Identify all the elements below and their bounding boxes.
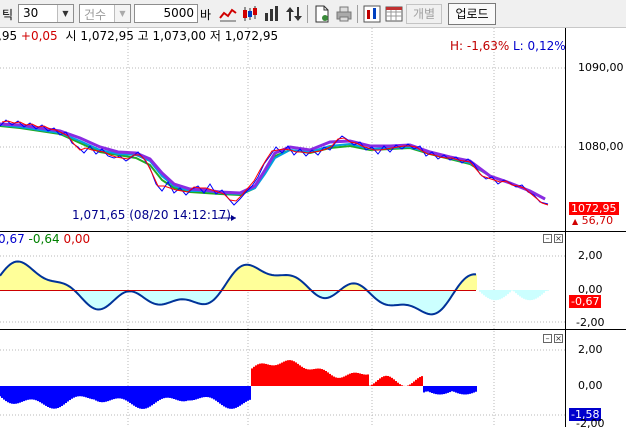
document-icon xyxy=(315,5,329,23)
low-label: 저 xyxy=(209,29,221,43)
last-change-row: ▲ 56,70 xyxy=(572,214,613,227)
bar-chart-icon xyxy=(265,6,278,21)
quantity-unit-label: 바 xyxy=(200,8,212,22)
caret-up-icon: ▲ xyxy=(572,217,579,226)
histogram-axis-label: 2,00 xyxy=(578,343,603,356)
upload-button[interactable]: 업로드 xyxy=(448,3,496,25)
oscillator-axis-label: -2,00 xyxy=(576,316,605,329)
arrow-right-icon xyxy=(231,215,236,221)
table-grid-icon xyxy=(385,6,403,22)
period-select[interactable]: 30 ▼ xyxy=(18,4,74,23)
indicator-icon xyxy=(363,5,381,23)
price-axis-label: 1090,00 xyxy=(578,61,624,74)
line-chart-button[interactable] xyxy=(218,4,238,24)
oscillator-info-line: 0,67 -0,64 0,00 xyxy=(0,232,90,246)
high-price: 1,073,00 xyxy=(152,29,206,43)
chevron-down-icon: ▼ xyxy=(57,5,73,22)
indicator-button[interactable] xyxy=(362,4,382,24)
print-button[interactable] xyxy=(334,4,354,24)
oscillator-axis-label: 2,00 xyxy=(578,249,603,262)
toolbar-separator xyxy=(357,5,358,23)
period-value: 30 xyxy=(23,6,39,20)
oscillator-last-tag: -0,67 xyxy=(569,295,602,308)
sort-button[interactable] xyxy=(284,4,304,24)
oscillator-value-2: -0,64 xyxy=(28,232,60,246)
count-mode-value: 건수 xyxy=(84,8,107,22)
printer-icon xyxy=(336,6,352,22)
current-price: ,95 xyxy=(0,29,18,43)
bar-chart-button[interactable] xyxy=(262,4,282,24)
separate-button[interactable]: 개별 xyxy=(406,4,442,24)
oscillator-layer xyxy=(0,260,549,316)
high-label: 고 xyxy=(137,29,149,43)
new-page-button[interactable] xyxy=(312,4,332,24)
open-price: 1,072,95 xyxy=(80,29,134,43)
candle-chart-button[interactable] xyxy=(240,4,260,24)
chart-area[interactable]: ,95 +0,05 시 1,072,95 고 1,073,00 저 1,072,… xyxy=(0,27,626,430)
histogram-axis-label: 0,00 xyxy=(578,379,603,392)
histogram-layer xyxy=(0,360,477,409)
oscillator-value-3: 0,00 xyxy=(63,232,91,246)
oscillator-value-1: 0,67 xyxy=(0,232,25,246)
close-pane-button[interactable]: × xyxy=(554,234,563,243)
histogram-axis-label: -2,00 xyxy=(576,417,605,430)
chevron-down-icon: ▼ xyxy=(114,5,130,22)
last-change-value: 56,70 xyxy=(581,214,614,227)
close-pane-button[interactable]: × xyxy=(554,334,563,343)
up-down-arrows-icon xyxy=(286,7,302,21)
price-axis-label: 1080,00 xyxy=(578,140,624,153)
low-percent: L: 0,12% xyxy=(513,39,566,53)
low-price: 1,072,95 xyxy=(224,29,279,43)
price-info-line: ,95 +0,05 시 1,072,95 고 1,073,00 저 1,072,… xyxy=(0,27,278,44)
minimize-pane-button[interactable]: – xyxy=(543,234,552,243)
quantity-input[interactable]: 5000 xyxy=(134,4,198,23)
grid-table-button[interactable] xyxy=(384,4,404,24)
minimize-pane-button[interactable]: – xyxy=(543,334,552,343)
open-label: 시 xyxy=(65,29,77,43)
period-label: 틱 xyxy=(2,8,14,22)
line-chart-icon xyxy=(219,8,237,22)
vertical-gridlines xyxy=(127,28,495,427)
count-mode-select[interactable]: 건수 ▼ xyxy=(79,4,131,23)
price-change: +0,05 xyxy=(20,29,58,43)
min-price-annotation: 1,071,65 (08/20 14:12:17) xyxy=(72,208,231,222)
chart-toolbar: 틱 30 ▼ 건수 ▼ 5000 바 개별 업로드 xyxy=(0,0,626,28)
high-percent: H: -1,63% xyxy=(450,39,510,53)
chart-canvas xyxy=(0,28,626,427)
candle-icon xyxy=(243,6,257,21)
toolbar-separator xyxy=(307,5,308,23)
